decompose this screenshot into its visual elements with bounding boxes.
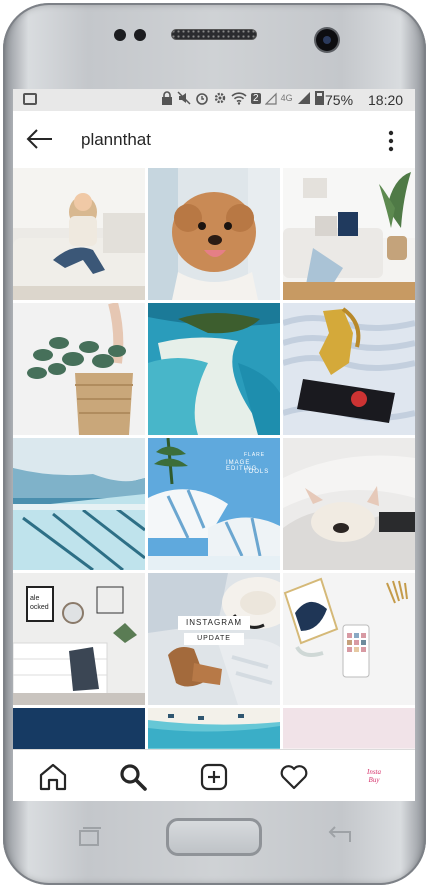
- grid-post-pink-blank[interactable]: [283, 708, 415, 749]
- banner-instagram: INSTAGRAM: [178, 616, 250, 630]
- poster-text: ale ocked: [30, 595, 49, 611]
- grid-post-flatlay-hat[interactable]: INSTAGRAM UPDATE: [148, 573, 280, 705]
- wifi-icon: [231, 92, 247, 105]
- screen: 2 4G 75% 18:20 plannthat FLARE IMAGE EDI…: [13, 89, 415, 801]
- grid-post-beach-umbrellas[interactable]: FLARE IMAGE EDITING TOOLS: [148, 438, 280, 570]
- grid-post-woman-sofa[interactable]: [13, 168, 145, 300]
- network-badge: 2: [251, 92, 261, 104]
- profile-username: plannthat: [81, 130, 151, 149]
- network-type: 4G: [280, 93, 293, 103]
- grid-post-tropical-island[interactable]: [148, 303, 280, 435]
- grid-post-eucalyptus[interactable]: [13, 303, 145, 435]
- status-time: 18:20: [368, 92, 404, 108]
- search-icon[interactable]: [118, 762, 148, 792]
- grid-post-ocean-pool[interactable]: [13, 438, 145, 570]
- grid-post-sleeping-bulldog[interactable]: [283, 438, 415, 570]
- grid-post-navy-block[interactable]: [13, 708, 145, 749]
- sensor-dot: [114, 29, 126, 41]
- grid-post-poodle[interactable]: [148, 168, 280, 300]
- phone-frame: 2 4G 75% 18:20 plannthat FLARE IMAGE EDI…: [0, 0, 429, 888]
- lock-icon: [162, 91, 172, 105]
- settings-gear-icon: [214, 92, 226, 104]
- avatar-text: Insta Buy: [367, 768, 381, 784]
- alarm-icon: [196, 93, 208, 105]
- battery-icon: [314, 91, 324, 105]
- home-button[interactable]: [166, 818, 262, 856]
- arrow-left-icon[interactable]: [25, 127, 53, 151]
- profile-avatar[interactable]: Insta Buy: [360, 762, 388, 790]
- signal-empty-icon: [264, 92, 277, 105]
- activity-heart-icon[interactable]: [279, 762, 309, 792]
- grid-post-desk-phone[interactable]: [283, 573, 415, 705]
- more-vertical-icon[interactable]: [387, 130, 395, 152]
- tile-caption-3: TOOLS: [244, 469, 270, 475]
- bottom-navigation: Insta Buy: [13, 749, 415, 801]
- grid-post-home-office[interactable]: ale ocked: [13, 573, 145, 705]
- tile-caption-1: FLARE: [244, 452, 266, 458]
- grid-post-living-room[interactable]: [283, 168, 415, 300]
- battery-percent: 75%: [325, 92, 354, 108]
- voicemail-icon: [23, 93, 37, 105]
- add-post-icon[interactable]: [199, 762, 229, 792]
- mute-icon: [177, 91, 191, 105]
- signal-icon: [297, 92, 310, 104]
- app-bar: plannthat: [13, 111, 415, 168]
- photo-grid: FLARE IMAGE EDITING TOOLS ale ocked INST…: [13, 168, 415, 749]
- back-button[interactable]: [324, 826, 354, 848]
- banner-update: UPDATE: [184, 633, 244, 645]
- grid-post-beach-aerial[interactable]: [148, 708, 280, 749]
- status-bar: 2 4G 75% 18:20: [13, 89, 415, 111]
- grid-post-gold-award[interactable]: [283, 303, 415, 435]
- earpiece-speaker: [171, 29, 257, 40]
- front-camera: [316, 29, 338, 51]
- sensor-dot: [134, 29, 146, 41]
- recent-apps-button[interactable]: [76, 825, 102, 847]
- home-icon[interactable]: [38, 762, 68, 792]
- status-icons: 2 4G: [161, 91, 324, 105]
